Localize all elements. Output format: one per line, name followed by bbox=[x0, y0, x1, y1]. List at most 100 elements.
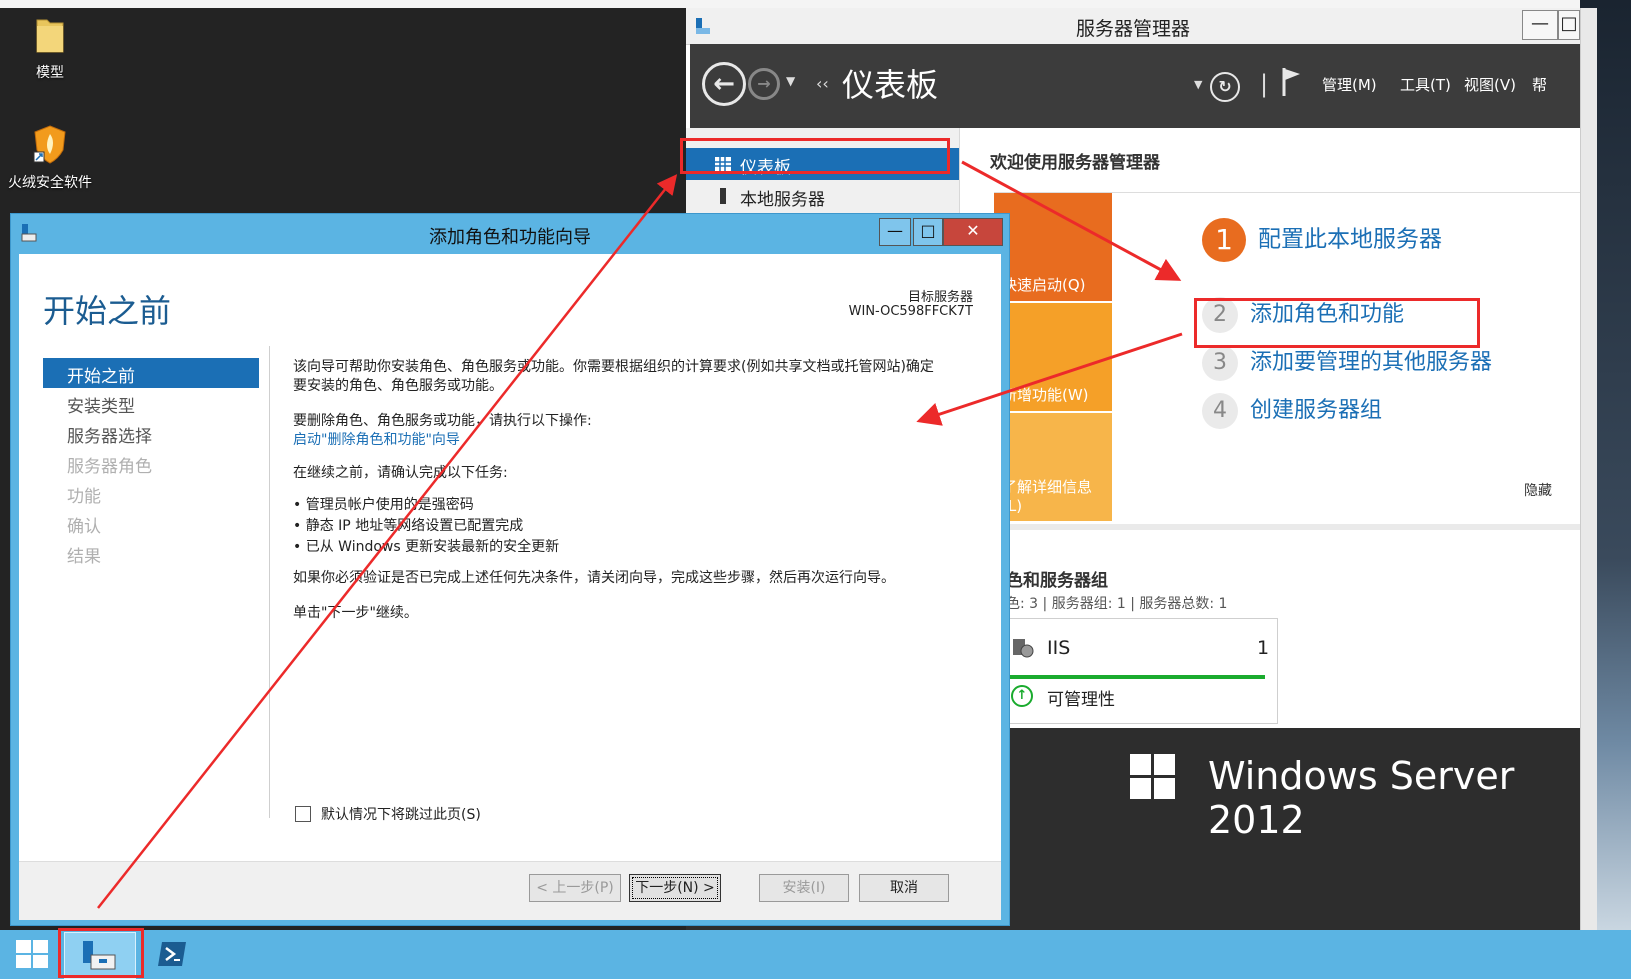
skip-page-label[interactable]: 默认情况下将跳过此页(S) bbox=[321, 804, 481, 824]
window-title: 服务器管理器 bbox=[1075, 18, 1190, 40]
tile-label: 了解详细信息(L) bbox=[1002, 478, 1093, 515]
step-create-server-group[interactable]: 4 创建服务器组 bbox=[1202, 392, 1382, 429]
before-text: 在继续之前，请确认完成以下任务: bbox=[293, 465, 508, 481]
step-add-other-servers[interactable]: 3 添加要管理的其他服务器 bbox=[1202, 344, 1492, 381]
server-manager-navbar: ← → ▼ ‹‹ 仪表板 ▼ ↻ | 管理(M) 工具(T) 视图(V) 帮 bbox=[690, 44, 1580, 128]
maximize-button[interactable]: □ bbox=[1558, 10, 1580, 40]
wizard-step-server-roles: 服务器角色 bbox=[43, 448, 259, 478]
list-item-text: 静态 IP 地址等网络设置已配置完成 bbox=[305, 518, 524, 534]
list-item-text: 已从 Windows 更新安装最新的安全更新 bbox=[305, 539, 560, 555]
refresh-icon[interactable]: ↻ bbox=[1210, 72, 1240, 102]
iis-tile[interactable]: IIS 1 ↑ 可管理性 bbox=[1006, 618, 1278, 724]
section-divider bbox=[960, 524, 1580, 530]
step-label: 服务器选择 bbox=[67, 427, 152, 447]
step-label: 功能 bbox=[67, 487, 101, 507]
folder-icon bbox=[36, 19, 64, 53]
remove-text: 要删除角色、角色服务或功能，请执行以下操作: bbox=[293, 413, 592, 429]
wizard-step-confirmation: 确认 bbox=[43, 508, 259, 538]
menu-manage[interactable]: 管理(M) bbox=[1322, 74, 1377, 95]
menu-tools[interactable]: 工具(T) bbox=[1400, 74, 1451, 95]
learn-more-tile[interactable]: 了解详细信息(L) bbox=[994, 413, 1112, 521]
prereq-list: • 管理员帐户使用的是强密码 • 静态 IP 地址等网络设置已配置完成 • 已从… bbox=[293, 495, 983, 558]
step-label: 添加要管理的其他服务器 bbox=[1250, 350, 1493, 375]
vertical-scrollbar[interactable] bbox=[1580, 8, 1597, 930]
quickstart-tile[interactable]: 快速启动(Q) bbox=[994, 193, 1112, 301]
manageability-ok-icon: ↑ bbox=[1011, 685, 1033, 707]
top-strip bbox=[0, 0, 1631, 8]
desktop-icon-folder[interactable]: 模型 bbox=[0, 14, 100, 82]
hide-link[interactable]: 隐藏 bbox=[1524, 480, 1552, 500]
next-hint: 单击"下一步"继续。 bbox=[293, 605, 418, 621]
divider bbox=[269, 346, 270, 818]
welcome-heading: 欢迎使用服务器管理器 bbox=[990, 153, 1160, 173]
server-manager-titlebar: 服务器管理器 — □ bbox=[686, 8, 1580, 45]
iis-count: 1 bbox=[1257, 637, 1270, 659]
menu-view[interactable]: 视图(V) bbox=[1464, 74, 1516, 95]
step-label: 创建服务器组 bbox=[1250, 398, 1383, 423]
install-button[interactable]: 安装(I) bbox=[759, 874, 849, 902]
wizard-close-button[interactable]: ✕ bbox=[943, 218, 1003, 246]
iis-name: IIS bbox=[1047, 637, 1071, 659]
wizard-step-before-you-begin[interactable]: 开始之前 bbox=[43, 358, 259, 388]
add-roles-wizard-window: 添加角色和功能向导 — □ ✕ 开始之前 目标服务器 WIN-OC598FFCK… bbox=[10, 213, 1010, 926]
desktop-icon-label: 模型 bbox=[36, 65, 64, 81]
minimize-button[interactable]: — bbox=[1522, 10, 1558, 40]
tile-label: 新增功能(W) bbox=[1002, 386, 1089, 404]
wizard-titlebar: 添加角色和功能向导 — □ ✕ bbox=[11, 214, 1009, 254]
wizard-step-server-selection[interactable]: 服务器选择 bbox=[43, 418, 259, 448]
list-item: • 管理员帐户使用的是强密码 bbox=[293, 497, 474, 513]
huorong-shield-icon bbox=[33, 125, 66, 164]
intro-line: 该向导可帮助你安装角色、角色服务或功能。你需要根据组织的计算要求(例如共享文档或… bbox=[293, 359, 934, 375]
wizard-body: 开始之前 目标服务器 WIN-OC598FFCK7T 开始之前 安装类型 服务器… bbox=[19, 254, 1001, 861]
desktop-icon-huorong[interactable]: 火绒安全软件 bbox=[0, 124, 100, 192]
step-label: 配置此本地服务器 bbox=[1258, 226, 1442, 253]
cancel-button[interactable]: 取消 bbox=[859, 874, 949, 902]
taskbar bbox=[0, 930, 1631, 979]
page-title: 开始之前 bbox=[43, 292, 172, 330]
iis-role-icon bbox=[1013, 639, 1034, 658]
sidebar-item-local-server[interactable]: 本地服务器 bbox=[686, 180, 959, 212]
tile-label: 快速启动(Q) bbox=[1002, 276, 1086, 294]
step-label: 结果 bbox=[67, 547, 101, 567]
wizard-title: 添加角色和功能向导 bbox=[429, 227, 591, 248]
breadcrumb-chevron-icon: ‹‹ bbox=[816, 74, 829, 93]
roles-heading: 色和服务器组 bbox=[1006, 571, 1108, 591]
wizard-step-installation-type[interactable]: 安装类型 bbox=[43, 388, 259, 418]
target-server-label: 目标服务器 bbox=[907, 290, 973, 305]
notification-flag-icon[interactable] bbox=[1280, 66, 1302, 98]
nav-dropdown-icon[interactable]: ▼ bbox=[1194, 78, 1202, 91]
target-server-value: WIN-OC598FFCK7T bbox=[848, 304, 973, 319]
next-button[interactable]: 下一步(N) > bbox=[629, 874, 721, 902]
brand-text: Windows Server 2012 bbox=[1208, 754, 1515, 842]
powershell-icon[interactable] bbox=[156, 938, 188, 970]
remove-wizard-link[interactable]: 启动"删除角色和功能"向导 bbox=[293, 431, 460, 450]
step-configure-local-server[interactable]: 1 配置此本地服务器 bbox=[1202, 218, 1442, 262]
step-number: 1 bbox=[1202, 218, 1246, 262]
manageability-label[interactable]: 可管理性 bbox=[1047, 685, 1115, 710]
wizard-minimize-button[interactable]: — bbox=[879, 218, 911, 246]
wizard-maximize-button[interactable]: □ bbox=[913, 218, 943, 246]
start-windows-icon[interactable] bbox=[16, 940, 50, 970]
list-item: • 静态 IP 地址等网络设置已配置完成 bbox=[293, 518, 524, 534]
windows-logo-icon bbox=[1130, 754, 1175, 799]
step-number: 3 bbox=[1202, 345, 1238, 381]
history-dropdown-icon[interactable]: ▼ bbox=[786, 74, 795, 88]
verify-text: 如果你必须验证是否已完成上述任何先决条件，请关闭向导，完成这些步骤，然后再次运行… bbox=[293, 570, 895, 586]
step-number: 4 bbox=[1202, 393, 1238, 429]
annotation-box-dashboard bbox=[680, 138, 950, 174]
skip-page-checkbox[interactable] bbox=[295, 806, 311, 822]
back-arrow-icon[interactable]: ← bbox=[702, 62, 746, 106]
whats-new-tile[interactable]: 新增功能(W) bbox=[994, 303, 1112, 411]
sidebar-item-label: 本地服务器 bbox=[740, 190, 825, 210]
roles-summary: 色: 3 | 服务器组: 1 | 服务器总数: 1 bbox=[1006, 596, 1228, 612]
previous-button[interactable]: < 上一步(P) bbox=[529, 874, 621, 902]
annotation-box-taskbar bbox=[58, 928, 144, 978]
server-icon bbox=[720, 188, 726, 204]
step-label: 服务器角色 bbox=[67, 457, 152, 477]
menu-help[interactable]: 帮 bbox=[1532, 74, 1547, 95]
forward-arrow-icon[interactable]: → bbox=[748, 68, 780, 100]
nav-title: 仪表板 bbox=[842, 66, 939, 104]
intro-line: 要安装的角色、角色服务或功能。 bbox=[293, 378, 503, 394]
step-label: 安装类型 bbox=[67, 397, 135, 417]
nav-separator: | bbox=[1260, 70, 1269, 98]
